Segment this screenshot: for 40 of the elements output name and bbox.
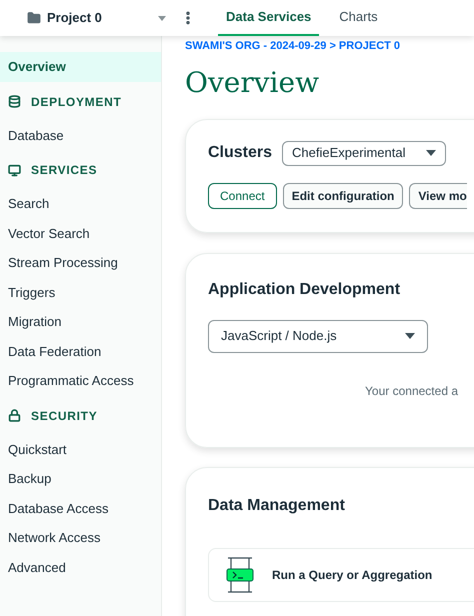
action-button[interactable]: Edit configuration — [282, 182, 404, 208]
sidebar-item[interactable]: Quickstart — [0, 434, 161, 464]
nav-tab[interactable]: Data Services — [218, 0, 320, 36]
sidebar-item[interactable]: Triggers — [0, 278, 161, 307]
sidebar-item[interactable]: Network Access — [0, 523, 161, 552]
sidebar-item[interactable]: Migration — [0, 307, 161, 336]
cluster-select[interactable]: ChefieExperimental — [282, 140, 446, 166]
action-tile[interactable]: Run a Query or Aggregation — [208, 548, 474, 602]
lock-icon — [8, 409, 21, 422]
sidebar-item[interactable]: Overview — [0, 52, 161, 82]
nav-tab[interactable]: Charts — [331, 0, 386, 36]
sidebar-item[interactable]: Advanced — [0, 552, 161, 582]
action-button[interactable]: Connect — [208, 182, 277, 208]
terminal-icon — [226, 556, 254, 592]
screen-icon — [8, 164, 21, 176]
caret-icon — [405, 333, 415, 339]
card-title: Clusters — [208, 143, 272, 163]
folder-icon — [27, 11, 41, 25]
action-button[interactable]: View mo — [409, 182, 467, 208]
database-icon — [8, 95, 21, 108]
card-title: Data Management — [208, 496, 346, 516]
sidebar-item[interactable]: Vector Search — [0, 218, 161, 248]
sidebar-item[interactable]: Database Access — [0, 494, 161, 523]
section-heading: DEPLOYMENT — [31, 94, 122, 110]
section-heading: SERVICES — [31, 162, 98, 179]
caret-icon[interactable] — [158, 16, 166, 20]
page-title: Overview — [185, 64, 320, 100]
sidebar-item[interactable]: Search — [0, 189, 161, 218]
sidebar-item[interactable]: Stream Processing — [0, 248, 161, 278]
section-heading: SECURITY — [31, 408, 98, 424]
sidebar-item[interactable]: Database — [0, 120, 161, 150]
breadcrumb[interactable]: SWAMI'S ORG - 2024-09-29 > PROJECT 0 — [185, 38, 474, 54]
caret-icon — [426, 150, 436, 156]
card-title: Application Development — [208, 280, 402, 300]
project-name[interactable]: Project 0 — [47, 8, 152, 28]
sidebar-item[interactable]: Programmatic Access — [0, 366, 161, 396]
language-select[interactable]: JavaScript / Node.js — [208, 320, 428, 352]
sidebar-item[interactable]: Data Federation — [0, 336, 161, 366]
sidebar-item[interactable]: Backup — [0, 464, 161, 494]
connection-note: Your connected a — [365, 382, 458, 400]
